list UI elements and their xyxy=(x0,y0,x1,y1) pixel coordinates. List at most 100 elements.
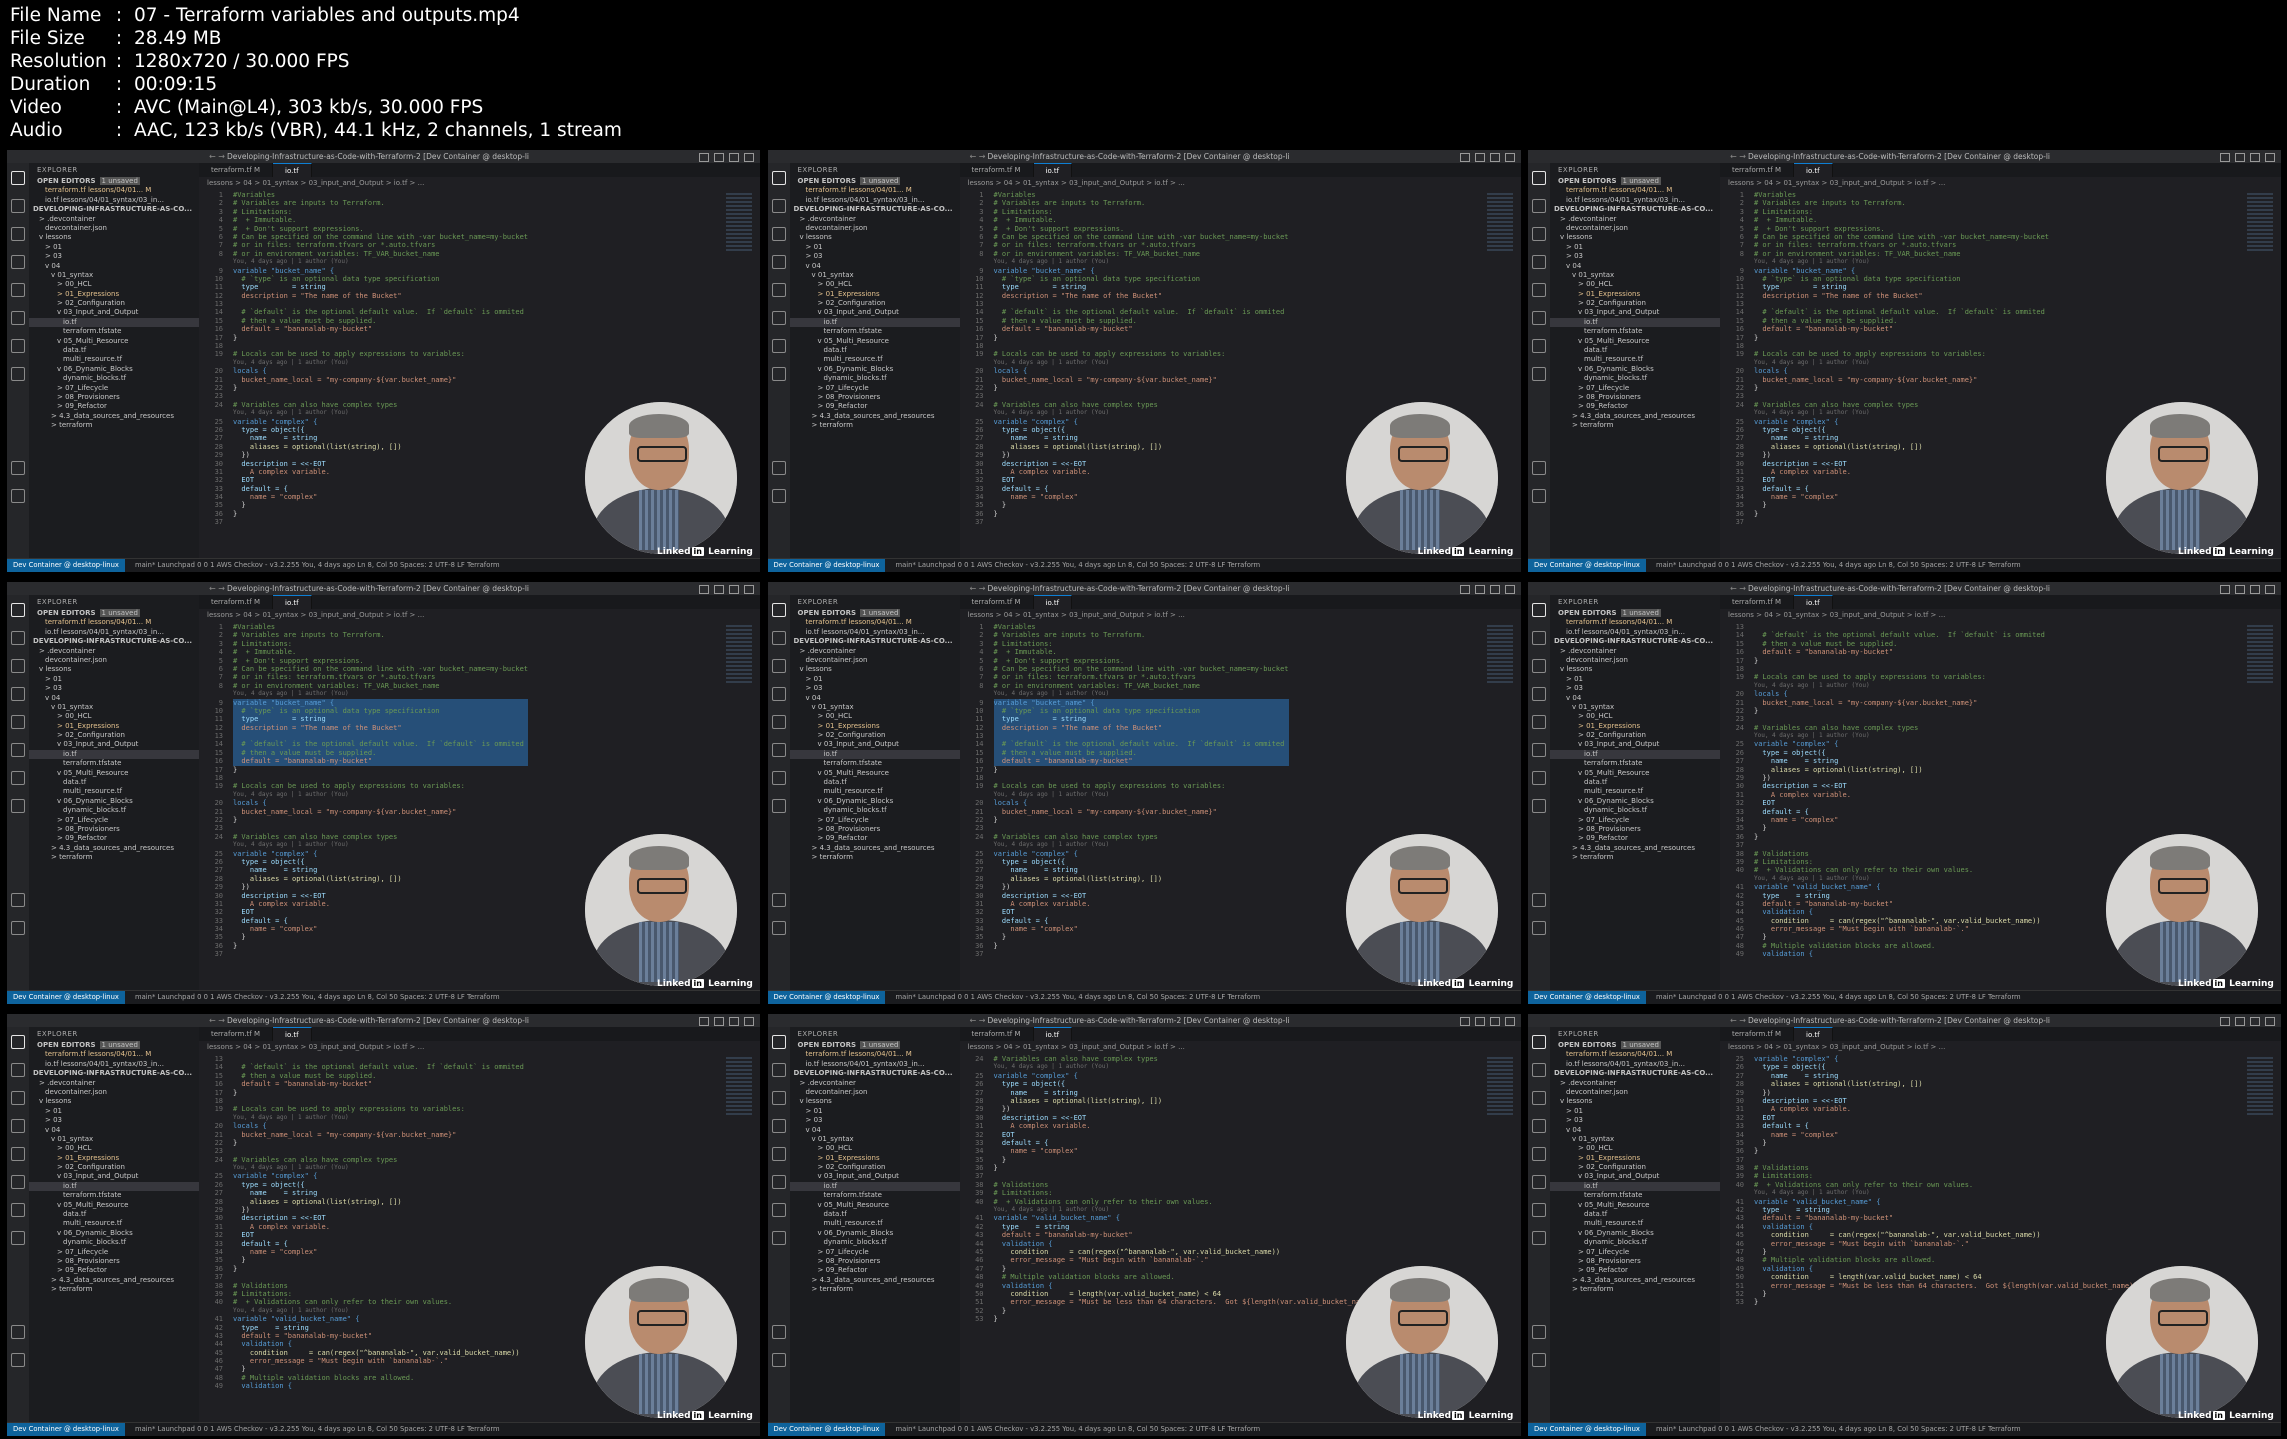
tree-item[interactable]: > 09_Refactor xyxy=(1550,1266,1720,1275)
code-line[interactable]: error_message = "Must be less than 64 ch… xyxy=(1754,1282,2142,1290)
code-line[interactable]: # `default` is the optional default valu… xyxy=(1754,631,2044,639)
docker-icon[interactable] xyxy=(1532,367,1546,381)
layout-icon[interactable] xyxy=(1474,1017,1485,1026)
code-line[interactable]: } xyxy=(994,510,1289,518)
search-icon[interactable] xyxy=(771,1063,786,1077)
tree-item[interactable]: io.tf lessons/04/01_syntax/03_in... xyxy=(790,628,960,637)
source-control-icon[interactable] xyxy=(771,659,786,673)
code-line[interactable]: type = string xyxy=(994,283,1289,291)
code-line[interactable]: validation { xyxy=(994,1240,1382,1248)
layout-icon[interactable] xyxy=(1489,1017,1500,1026)
tree-item[interactable]: devcontainer.json xyxy=(1550,224,1720,233)
tree-item[interactable]: data.tf xyxy=(29,1210,199,1219)
breadcrumb[interactable]: lessons > 04 > 01_syntax > 03_input_and_… xyxy=(199,177,760,189)
code-line[interactable]: validation { xyxy=(1754,1223,2142,1231)
code-line[interactable]: type = object({ xyxy=(1754,426,2049,434)
open-editors-header[interactable]: OPEN EDITORS 1 unsaved xyxy=(1550,609,1720,618)
code-line[interactable]: # or in files: terraform.tfvars or *.aut… xyxy=(233,241,528,249)
code-line[interactable]: default = "bananalab-my-bucket" xyxy=(233,1080,524,1088)
tab-terraform-tf[interactable]: terraform.tf M xyxy=(1720,163,1794,177)
extensions-icon[interactable] xyxy=(11,283,25,297)
code-line[interactable]: # Multiple validation blocks are allowed… xyxy=(233,1374,524,1382)
remote-icon[interactable] xyxy=(1532,1175,1546,1189)
tree-item[interactable]: > 01 xyxy=(790,243,960,252)
code-line[interactable]: } xyxy=(994,501,1289,509)
tree-item[interactable]: v 05_Multi_Resource xyxy=(29,769,199,778)
remote-status[interactable]: Dev Container @ desktop-linux xyxy=(1528,1423,1646,1436)
open-editors-header[interactable]: OPEN EDITORS 1 unsaved xyxy=(29,1041,199,1050)
source-control-icon[interactable] xyxy=(771,1091,786,1105)
code-line[interactable]: validation { xyxy=(233,1340,524,1348)
layout-icon[interactable] xyxy=(2220,1017,2230,1026)
code-line[interactable]: } xyxy=(994,1156,1382,1164)
tree-item[interactable]: > 03 xyxy=(790,684,960,693)
tree-item[interactable]: dynamic_blocks.tf xyxy=(790,374,960,383)
code-line[interactable]: type = string xyxy=(994,1223,1382,1231)
layout-icon[interactable] xyxy=(1489,585,1500,594)
tree-item[interactable]: terraform.tfstate xyxy=(790,759,960,768)
tab-io-tf[interactable]: io.tf xyxy=(1033,1027,1073,1041)
code-line[interactable]: aliases = optional(list(string), []) xyxy=(1754,443,2049,451)
tree-item[interactable]: terraform.tf lessons/04/01... M xyxy=(790,1050,960,1059)
code-line[interactable] xyxy=(994,774,1289,782)
code-line[interactable]: default = { xyxy=(233,1240,524,1248)
tree-item[interactable]: v 05_Multi_Resource xyxy=(29,337,199,346)
tree-item[interactable]: terraform.tf lessons/04/01... M xyxy=(1550,186,1720,195)
code-line[interactable]: condition = can(regex("^bananalab-", var… xyxy=(1754,1231,2142,1239)
tree-item[interactable]: > 01_Expressions xyxy=(1550,722,1720,731)
code-line[interactable]: variable "bucket_name" { xyxy=(994,267,1289,275)
gear-icon[interactable] xyxy=(771,921,786,935)
gear-icon[interactable] xyxy=(771,1353,786,1367)
breadcrumb[interactable]: lessons > 04 > 01_syntax > 03_input_and_… xyxy=(960,177,1521,189)
tree-item[interactable]: > 07_Lifecycle xyxy=(29,1248,199,1257)
code-line[interactable]: variable "valid_bucket_name" { xyxy=(1754,883,2045,891)
code-line[interactable]: name = "complex" xyxy=(233,925,528,933)
code-line[interactable] xyxy=(994,392,1289,400)
layout-icon[interactable] xyxy=(729,153,739,162)
code-line[interactable] xyxy=(994,300,1289,308)
docker-icon[interactable] xyxy=(11,1231,25,1245)
tree-item[interactable]: > .devcontainer xyxy=(790,1079,960,1088)
layout-icon[interactable] xyxy=(2220,153,2230,162)
layout-icon[interactable] xyxy=(699,585,709,594)
tree-item[interactable]: io.tf lessons/04/01_syntax/03_in... xyxy=(1550,1060,1720,1069)
tree-item[interactable]: v lessons xyxy=(29,233,199,242)
code-line[interactable]: # then a value must be supplied. xyxy=(233,1072,524,1080)
tree-item[interactable]: v 01_syntax xyxy=(29,703,199,712)
code-line[interactable]: A complex variable. xyxy=(1754,1105,2142,1113)
code-line[interactable]: # Locals can be used to apply expression… xyxy=(233,782,528,790)
tree-item[interactable]: v 03_Input_and_Output xyxy=(1550,1172,1720,1181)
tree-item[interactable]: > 02_Configuration xyxy=(29,299,199,308)
tree-item[interactable]: devcontainer.json xyxy=(1550,656,1720,665)
tree-item[interactable]: terraform.tf lessons/04/01... M xyxy=(790,186,960,195)
code-line[interactable]: # Variables can also have complex types xyxy=(233,1156,524,1164)
testing-icon[interactable] xyxy=(771,1203,786,1217)
code-line[interactable]: # Locals can be used to apply expression… xyxy=(1754,350,2049,358)
code-line[interactable] xyxy=(233,1273,524,1281)
code-line[interactable]: bucket_name_local = "my-company-${var.bu… xyxy=(233,1131,524,1139)
tree-item[interactable]: > 00_HCL xyxy=(1550,1144,1720,1153)
account-icon[interactable] xyxy=(1532,461,1546,475)
code-line[interactable]: validation { xyxy=(994,1282,1382,1290)
tree-item[interactable]: DEVELOPING-INFRASTRUCTURE-AS-CO... xyxy=(790,205,960,214)
tab-io-tf[interactable]: io.tf xyxy=(273,163,312,177)
tree-item[interactable]: > 4.3_data_sources_and_resources xyxy=(790,1276,960,1285)
code-line[interactable]: } xyxy=(1754,1298,2142,1306)
layout-icon[interactable] xyxy=(2235,585,2245,594)
tree-item[interactable]: v 01_syntax xyxy=(29,1135,199,1144)
search-icon[interactable] xyxy=(1532,631,1546,645)
tree-item[interactable]: multi_resource.tf xyxy=(790,355,960,364)
tree-item[interactable]: > 4.3_data_sources_and_resources xyxy=(29,412,199,421)
tree-item[interactable]: terraform.tfstate xyxy=(790,1191,960,1200)
code-line[interactable]: description = "The name of the Bucket" xyxy=(1754,292,2049,300)
code-line[interactable]: description = <<-EOT xyxy=(994,1114,1382,1122)
code-line[interactable] xyxy=(233,774,528,782)
code-line[interactable]: You, 4 days ago | 1 author (You) xyxy=(233,841,528,849)
code-line[interactable]: # Limitations: xyxy=(994,1189,1382,1197)
tree-item[interactable]: > 02_Configuration xyxy=(29,1163,199,1172)
tree-item[interactable]: > 01_Expressions xyxy=(1550,290,1720,299)
code-line[interactable]: # + Immutable. xyxy=(233,648,528,656)
layout-icon[interactable] xyxy=(1489,153,1500,162)
code-line[interactable] xyxy=(233,392,528,400)
code-line[interactable]: type = string xyxy=(233,1324,524,1332)
